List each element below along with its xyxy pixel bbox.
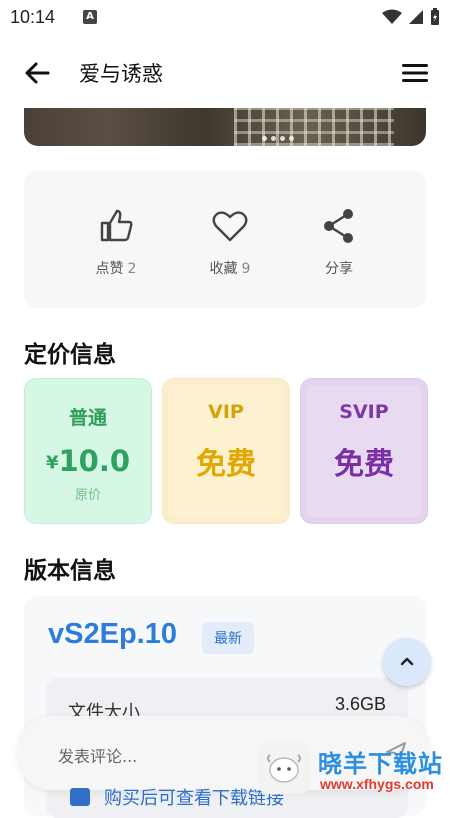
back-arrow-icon[interactable]: [22, 58, 52, 88]
price-tier-name: 普通: [68, 407, 107, 429]
scroll-to-top-button[interactable]: [383, 638, 431, 686]
app-notification-icon: A: [83, 10, 97, 24]
share-label: 分享: [325, 261, 353, 277]
actions-card: 点赞 2 收藏 9 分享: [24, 170, 426, 308]
battery-icon: [431, 8, 439, 25]
page-title: 爱与诱惑: [79, 62, 163, 86]
watermark-url: www.xfhygs.com: [320, 776, 434, 792]
sheep-logo-icon: [258, 742, 310, 794]
like-button[interactable]: 点赞 2: [71, 206, 161, 278]
heart-icon: [212, 211, 248, 242]
app-bar: 爱与诱惑: [0, 44, 450, 102]
latest-badge: 最新: [202, 622, 254, 654]
price-value: 免费: [196, 447, 256, 482]
version-heading: 版本信息: [24, 558, 116, 584]
calendar-icon: [70, 788, 90, 806]
price-value: 免费: [334, 447, 394, 482]
status-bar: 10:14 A: [0, 0, 450, 36]
watermark: 晓羊下载站 www.xfhygs.com: [258, 742, 450, 800]
purchase-notice-text: 购买后可查看下载链接: [104, 788, 284, 809]
like-count: 2: [127, 261, 137, 277]
price-card-svip: SVIP 免费: [300, 378, 428, 524]
favorite-count: 9: [241, 261, 251, 277]
price-value: 10.0: [58, 444, 131, 478]
watermark-brand: 晓羊下载站: [318, 750, 443, 778]
chevron-up-icon: [400, 657, 414, 666]
currency-symbol: ¥: [45, 452, 59, 474]
cover-image[interactable]: [24, 108, 426, 146]
system-icons: [382, 8, 440, 26]
price-tier-name: SVIP: [339, 401, 389, 423]
like-label: 点赞: [95, 261, 124, 277]
comment-input[interactable]: 发表评论...: [58, 743, 137, 767]
price-card-vip: VIP 免费: [162, 378, 290, 524]
cover-image-detail: [234, 108, 394, 146]
price-card-normal: 普通 ¥10.0 原价: [24, 378, 152, 524]
carousel-indicator: [262, 136, 294, 141]
favorite-label: 收藏: [209, 261, 238, 277]
thumb-up-icon: [100, 209, 133, 242]
status-time: 10:14: [10, 7, 56, 27]
signal-icon: [409, 10, 423, 24]
pricing-heading: 定价信息: [24, 342, 116, 368]
price-note: 原价: [74, 488, 101, 503]
file-size-value: 3.6GB: [334, 694, 386, 714]
menu-icon[interactable]: [402, 62, 428, 84]
version-name: vS2Ep.10: [48, 618, 177, 650]
share-button[interactable]: 分享: [294, 206, 384, 278]
favorite-button[interactable]: 收藏 9: [185, 206, 275, 278]
purchase-notice[interactable]: 购买后可查看下载链接: [70, 784, 284, 810]
price-tier-name: VIP: [208, 401, 244, 423]
share-icon: [324, 209, 353, 243]
wifi-icon: [382, 9, 402, 24]
